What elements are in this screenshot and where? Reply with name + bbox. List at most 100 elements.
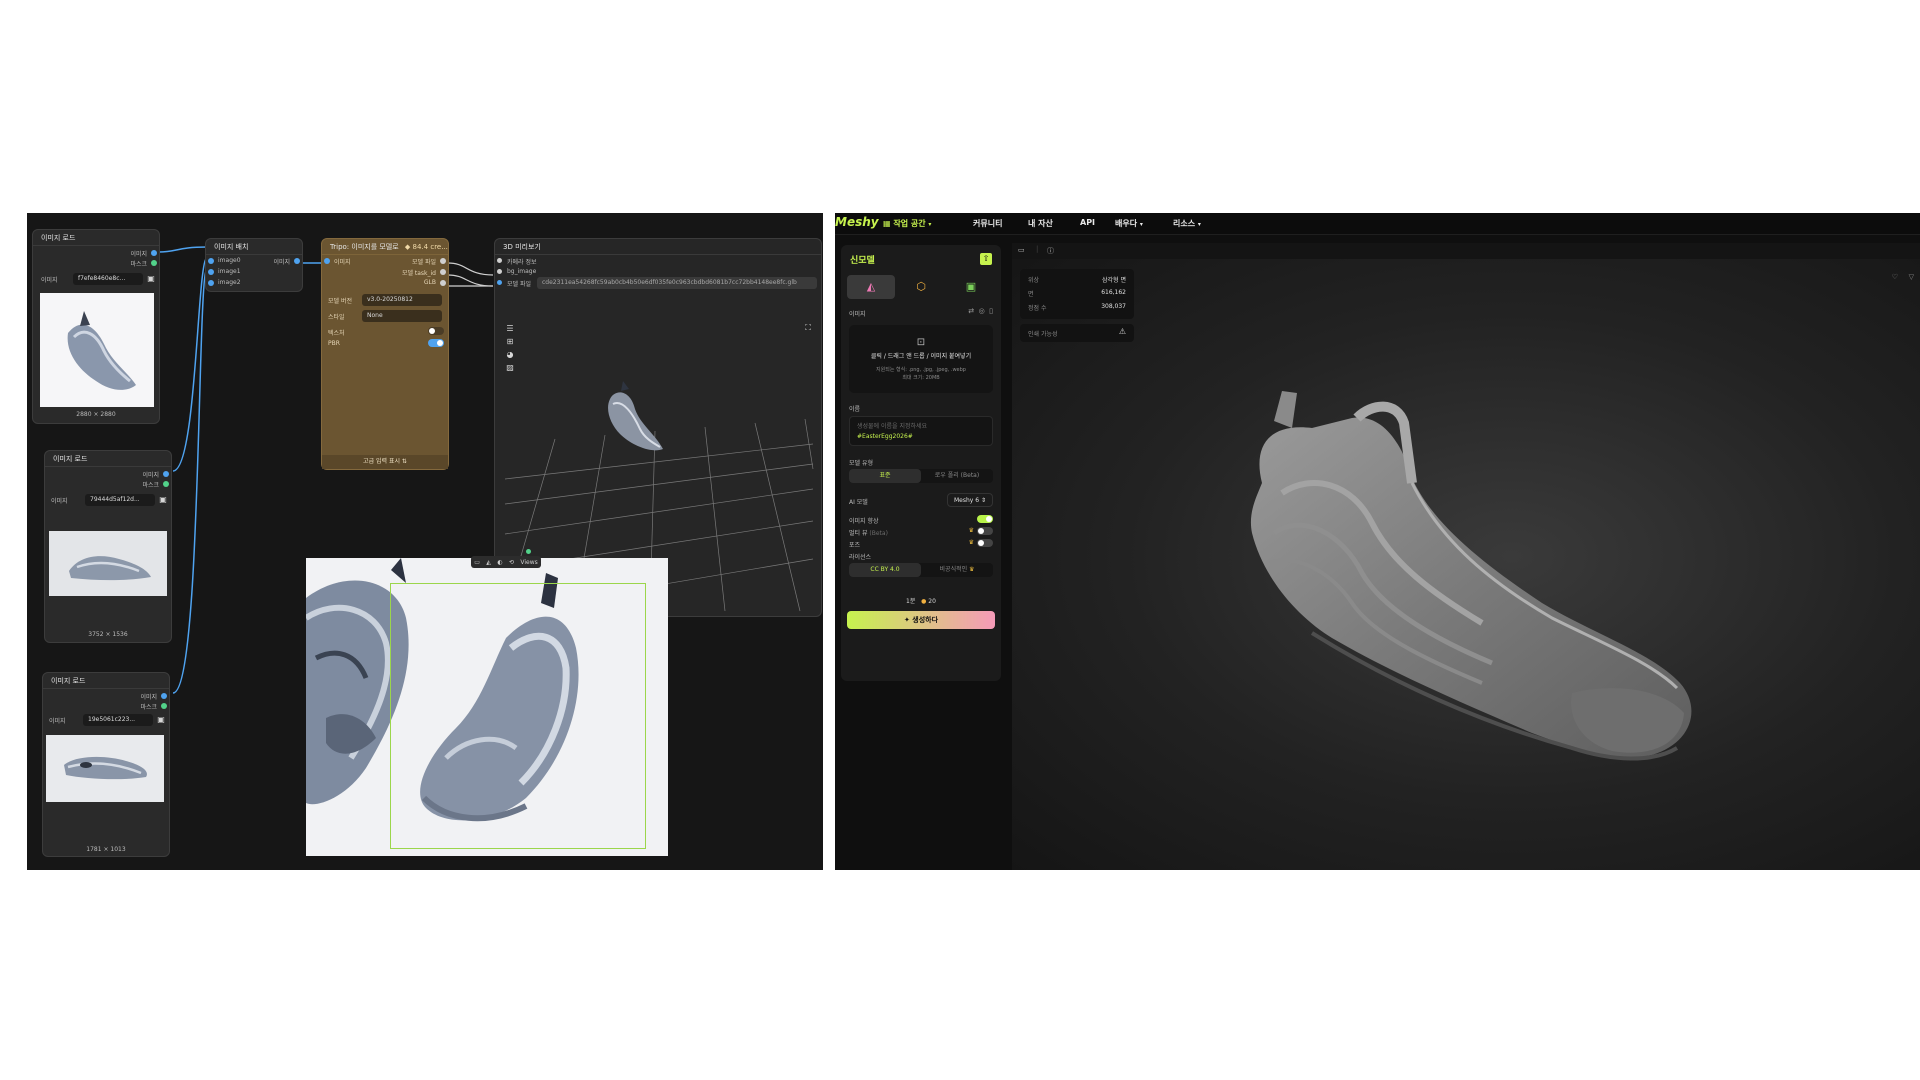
image-section-label: 이미지 [849, 311, 866, 318]
folder-icon[interactable]: ▣ [156, 715, 166, 725]
credits-badge: ◆ 84.4 cre... [404, 243, 448, 251]
nav-resources[interactable]: 리소스 ▾ [1173, 218, 1201, 229]
crop-selection[interactable] [390, 583, 646, 849]
output-mask-label: 마스크 [130, 261, 147, 268]
chevron-down-icon: ▾ [1139, 221, 1143, 228]
reset-tool-icon[interactable]: ⟲ [509, 559, 514, 566]
nav-learn[interactable]: 배우다 ▾ [1115, 218, 1143, 229]
output-taskid-port[interactable] [440, 269, 446, 275]
input-label-0: image0 [218, 257, 241, 264]
node-title: Tripo: 이미지를 모델로 ◆ 84.4 cre... [322, 239, 448, 255]
pbr-toggle[interactable] [428, 339, 444, 347]
image-enhance-toggle[interactable] [977, 515, 993, 523]
mask-tool-icon[interactable]: ◭ [486, 559, 491, 566]
output-mask-label: 마스크 [140, 704, 157, 711]
node-title: 이미지 로드 [43, 673, 169, 689]
tab-batch[interactable]: ▣ [947, 275, 995, 299]
input-image-port[interactable] [324, 258, 330, 264]
image-upload-dropzone[interactable]: ⊡ 클릭 / 드래그 앤 드롭 / 이미지 붙여넣기 지원되는 형식: .png… [849, 325, 993, 393]
crop-tool-icon[interactable]: ▭ [474, 559, 480, 566]
ai-model-label: AI 모델 [849, 499, 868, 506]
nav-community[interactable]: 커뮤니티 [973, 218, 1002, 229]
texture-toggle[interactable] [428, 327, 444, 335]
version-label: 모델 버전 [328, 298, 352, 305]
output-image-port[interactable] [151, 250, 157, 256]
image-filename-field[interactable]: 19e5061c223... [83, 714, 153, 726]
output-model-port[interactable] [440, 258, 446, 264]
folder-icon[interactable]: ▣ [146, 274, 156, 284]
load-image-node-3[interactable]: 이미지 로드 이미지 마스크 이미지 19e5061c223... ▣ 1781… [42, 672, 170, 857]
input-port-1[interactable] [208, 269, 214, 275]
output-mask-port[interactable] [151, 260, 157, 266]
input-image-label: 이미지 [334, 259, 351, 266]
node-graph-canvas[interactable]: 이미지 로드 이미지 마스크 이미지 f7efe8460e8c... ▣ 288… [27, 213, 823, 870]
image-preview-popup[interactable] [306, 558, 668, 856]
model-type-standard[interactable]: 표준 [849, 469, 921, 483]
ai-model-value: Meshy 6 [953, 497, 980, 504]
views-tool-label[interactable]: Views [520, 559, 537, 566]
nav-api[interactable]: API [1080, 218, 1095, 227]
folder-icon[interactable]: ▣ [158, 495, 168, 505]
generate-button[interactable]: ✦ 생성하다 [847, 611, 995, 629]
ai-model-select[interactable]: Meshy 6 ⇕ [947, 493, 993, 507]
license-segment: CC BY 4.0 비공식적인 ♛ [849, 563, 993, 577]
load-image-node-2[interactable]: 이미지 로드 이미지 마스크 이미지 79444d5af12d... ▣ 375… [44, 450, 172, 643]
advanced-inputs-footer[interactable]: 고급 입력 표시 ⇅ [322, 455, 448, 469]
input-label-2: image2 [218, 279, 241, 286]
output-port[interactable] [294, 258, 300, 264]
tab-multi-image[interactable]: ⬡ [897, 275, 945, 299]
model-type-label: 모델 유형 [849, 460, 873, 467]
license-private[interactable]: 비공식적인 ♛ [921, 563, 993, 577]
model-type-lowpoly[interactable]: 로우 폴리 (Beta) [921, 469, 993, 483]
crown-icon: ♛ [969, 566, 975, 573]
pin-icon[interactable]: ◎ [979, 307, 985, 315]
license-cc[interactable]: CC BY 4.0 [849, 563, 921, 577]
image-thumbnail [49, 531, 167, 596]
mode-tabs: ◭ ⬡ ▣ [847, 275, 995, 299]
nav-workspace[interactable]: ▦ 작업 공간 ▾ [883, 218, 931, 229]
image-dimensions: 2880 × 2880 [76, 411, 116, 418]
crown-icon: ♛ [968, 539, 974, 546]
output-glb-label: GLB [423, 279, 436, 286]
workspace-icon: ▦ [883, 219, 891, 228]
image-batch-node[interactable]: 이미지 배치 image0 image1 image2 이미지 [205, 238, 303, 292]
tab-single-image[interactable]: ◭ [847, 275, 895, 299]
load-image-node-1[interactable]: 이미지 로드 이미지 마스크 이미지 f7efe8460e8c... ▣ 288… [32, 229, 160, 424]
input-label-1: image1 [218, 268, 241, 275]
output-image-port[interactable] [161, 693, 167, 699]
nav-assets[interactable]: 내 자산 [1028, 218, 1053, 229]
node-title-text: Tripo: 이미지를 모델로 [330, 243, 399, 251]
expand-icon: ⇅ [401, 458, 407, 465]
nav-learn-label: 배우다 [1115, 219, 1138, 228]
model-viewport[interactable]: ▭ | ⓘ ♡ ▽ 위상 삼각형 면 면 616,162 정점 수 308,03… [1012, 243, 1920, 870]
multiview-toggle[interactable] [977, 527, 993, 535]
multiview-beta: (Beta) [869, 530, 888, 537]
output-mask-port[interactable] [163, 481, 169, 487]
tripo-image-to-model-node[interactable]: Tripo: 이미지를 모델로 ◆ 84.4 cre... 이미지 모델 파일 … [321, 238, 449, 470]
output-image-port[interactable] [163, 471, 169, 477]
style-select[interactable]: None [362, 310, 442, 322]
upload-badge-icon[interactable]: ⇧ [980, 253, 992, 265]
sidebar-title: 신모델 [850, 256, 875, 266]
name-input[interactable]: 생성물에 이름을 지정하세요 #EasterEgg2026# [849, 416, 993, 446]
version-select[interactable]: v3.0-20250812 [362, 294, 442, 306]
output-label: 이미지 [273, 259, 290, 266]
output-image-label: 이미지 [140, 694, 157, 701]
contrast-tool-icon[interactable]: ◐ [497, 559, 502, 566]
license-private-label: 비공식적인 [939, 566, 968, 573]
image-filename-field[interactable]: f7efe8460e8c... [73, 273, 143, 285]
chevron-down-icon: ▾ [928, 221, 932, 228]
pose-toggle[interactable] [977, 539, 993, 547]
upload-formats-text: 지원되는 형식: .png, .jpg, .jpeg, .webp [876, 367, 966, 373]
image-filename-field[interactable]: 79444d5af12d... [85, 494, 155, 506]
meshy-logo[interactable]: Meshy [835, 215, 879, 229]
credit-cost: 20 [928, 598, 936, 605]
input-port-0[interactable] [208, 258, 214, 264]
output-mask-label: 마스크 [142, 482, 159, 489]
output-mask-port[interactable] [161, 703, 167, 709]
swap-icon[interactable]: ⇄ [968, 307, 974, 315]
delete-icon[interactable]: ▯ [989, 307, 993, 315]
pose-label: 포즈 [849, 542, 861, 549]
input-port-2[interactable] [208, 280, 214, 286]
output-glb-port[interactable] [440, 280, 446, 286]
